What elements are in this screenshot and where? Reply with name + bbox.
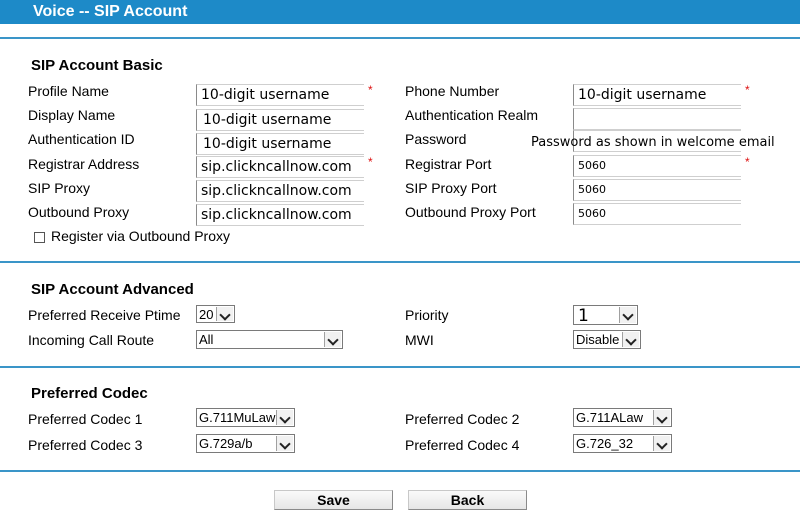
phone-number-input[interactable]: 10-digit username bbox=[573, 84, 741, 106]
outbound-proxy-input[interactable]: sip.clickncallnow.com bbox=[196, 204, 364, 226]
codec1-select[interactable]: G.711MuLaw bbox=[196, 408, 295, 427]
ptime-label: Preferred Receive Ptime bbox=[28, 307, 181, 323]
password-label: Password bbox=[405, 131, 467, 147]
section-title-basic: SIP Account Basic bbox=[31, 57, 163, 74]
codec2-select[interactable]: G.711ALaw bbox=[573, 408, 672, 427]
codec4-select[interactable]: G.726_32 bbox=[573, 434, 672, 453]
required-marker: * bbox=[745, 155, 750, 169]
register-via-outbound-checkbox[interactable] bbox=[34, 232, 45, 243]
priority-select[interactable]: 1 bbox=[573, 305, 638, 325]
profile-name-label: Profile Name bbox=[28, 83, 109, 99]
display-name-label: Display Name bbox=[28, 107, 116, 123]
priority-value: 1 bbox=[578, 306, 589, 325]
chevron-down-icon bbox=[216, 307, 233, 321]
chevron-down-icon bbox=[619, 307, 636, 323]
sip-proxy-label: SIP Proxy bbox=[28, 180, 90, 196]
password-value: Password as shown in welcome email bbox=[531, 135, 775, 150]
chevron-down-icon bbox=[276, 410, 293, 425]
chevron-down-icon bbox=[324, 332, 341, 347]
auth-id-label: Authentication ID bbox=[28, 131, 135, 147]
mwi-value: Disable bbox=[576, 332, 620, 347]
codec2-value: G.711ALaw bbox=[576, 410, 643, 425]
required-marker: * bbox=[745, 83, 750, 97]
incoming-route-label: Incoming Call Route bbox=[28, 332, 155, 348]
mwi-select[interactable]: Disable bbox=[573, 330, 641, 349]
ptime-select[interactable]: 20 bbox=[196, 305, 235, 323]
sip-proxy-port-input[interactable]: 5060 bbox=[573, 179, 741, 201]
outbound-proxy-label: Outbound Proxy bbox=[28, 204, 130, 220]
auth-realm-input[interactable] bbox=[573, 108, 741, 130]
codec3-select[interactable]: G.729a/b bbox=[196, 434, 295, 453]
auth-id-input[interactable]: 10-digit username bbox=[196, 133, 364, 155]
page-title: Voice -- SIP Account bbox=[33, 3, 188, 20]
chevron-down-icon bbox=[276, 436, 293, 451]
registrar-address-label: Registrar Address bbox=[28, 156, 140, 172]
sip-proxy-port-label: SIP Proxy Port bbox=[405, 180, 497, 196]
section-divider bbox=[0, 470, 800, 472]
mwi-label: MWI bbox=[405, 332, 434, 348]
required-marker: * bbox=[368, 155, 373, 169]
section-title-advanced: SIP Account Advanced bbox=[31, 281, 194, 298]
outbound-proxy-port-input[interactable]: 5060 bbox=[573, 203, 741, 225]
outbound-proxy-port-label: Outbound Proxy Port bbox=[405, 204, 536, 220]
section-title-codec: Preferred Codec bbox=[31, 385, 148, 402]
phone-number-label: Phone Number bbox=[405, 83, 500, 99]
section-divider bbox=[0, 366, 800, 368]
codec2-label: Preferred Codec 2 bbox=[405, 411, 520, 427]
incoming-route-select[interactable]: All bbox=[196, 330, 343, 349]
incoming-route-value: All bbox=[199, 332, 214, 347]
registrar-port-input[interactable]: 5060 bbox=[573, 155, 741, 177]
auth-realm-label: Authentication Realm bbox=[405, 107, 539, 123]
section-divider bbox=[0, 261, 800, 263]
display-name-input[interactable]: 10-digit username bbox=[196, 109, 364, 131]
save-button[interactable]: Save bbox=[274, 490, 393, 510]
codec1-value: G.711MuLaw bbox=[199, 410, 276, 425]
priority-label: Priority bbox=[405, 307, 449, 323]
back-button[interactable]: Back bbox=[408, 490, 527, 510]
chevron-down-icon bbox=[622, 332, 639, 347]
profile-name-input[interactable]: 10-digit username bbox=[196, 84, 364, 106]
chevron-down-icon bbox=[653, 410, 670, 425]
codec3-label: Preferred Codec 3 bbox=[28, 437, 143, 453]
codec1-label: Preferred Codec 1 bbox=[28, 411, 143, 427]
register-via-outbound-label: Register via Outbound Proxy bbox=[51, 228, 230, 244]
registrar-port-label: Registrar Port bbox=[405, 156, 492, 172]
required-marker: * bbox=[368, 83, 373, 97]
chevron-down-icon bbox=[653, 436, 670, 451]
ptime-value: 20 bbox=[199, 307, 214, 322]
codec4-value: G.726_32 bbox=[576, 436, 634, 451]
registrar-address-input[interactable]: sip.clickncallnow.com bbox=[196, 156, 364, 178]
codec3-value: G.729a/b bbox=[199, 436, 253, 451]
codec4-label: Preferred Codec 4 bbox=[405, 437, 520, 453]
sip-proxy-input[interactable]: sip.clickncallnow.com bbox=[196, 180, 364, 202]
section-divider bbox=[0, 37, 800, 39]
